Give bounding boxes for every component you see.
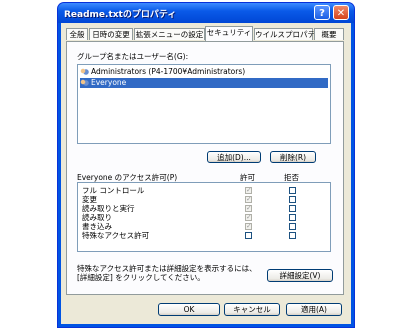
window-title: Readme.txtのプロパティ bbox=[64, 10, 177, 20]
tab-summary[interactable]: 概要 bbox=[314, 28, 344, 40]
cancel-button[interactable]: キャンセル bbox=[224, 303, 280, 316]
properties-window: Readme.txtのプロパティ ? ✕ 全般 日時の変更 拡張メニューの設定 … bbox=[58, 3, 354, 327]
allow-checkbox[interactable]: ✓ bbox=[245, 205, 252, 212]
user-item-everyone[interactable]: Everyone bbox=[80, 78, 328, 88]
allow-checkbox[interactable] bbox=[245, 232, 252, 239]
perm-row-modify: 変更 ✓ bbox=[78, 195, 330, 204]
tab-extended-menu[interactable]: 拡張メニューの設定 bbox=[134, 28, 205, 40]
perm-name: 読み取りと実行 bbox=[82, 204, 135, 213]
perm-name: 読み取り bbox=[82, 213, 112, 222]
group-user-label: グループ名またはユーザー名(G): bbox=[77, 52, 189, 61]
ok-button[interactable]: OK bbox=[158, 303, 220, 316]
user-name: Everyone bbox=[91, 78, 127, 87]
perm-name: 特殊なアクセス許可 bbox=[82, 231, 150, 240]
perm-name: 書き込み bbox=[82, 222, 112, 231]
remove-button[interactable]: 削除(R) bbox=[270, 151, 316, 163]
title-bar[interactable]: Readme.txtのプロパティ ? ✕ bbox=[58, 3, 354, 23]
perm-row-read: 読み取り ✓ bbox=[78, 213, 330, 222]
allow-checkbox[interactable]: ✓ bbox=[245, 214, 252, 221]
perm-name: 変更 bbox=[82, 195, 97, 204]
deny-checkbox[interactable] bbox=[289, 223, 296, 230]
deny-checkbox[interactable] bbox=[289, 196, 296, 203]
user-listbox[interactable]: Administrators (P4-1700¥Administrators) … bbox=[77, 64, 331, 144]
allow-checkbox[interactable]: ✓ bbox=[245, 223, 252, 230]
tab-security[interactable]: セキュリティ bbox=[205, 26, 253, 41]
deny-checkbox[interactable] bbox=[289, 187, 296, 194]
allow-checkbox[interactable]: ✓ bbox=[245, 196, 252, 203]
users-icon bbox=[80, 79, 89, 87]
tab-date-change[interactable]: 日時の変更 bbox=[89, 28, 133, 40]
dialog-client: 全般 日時の変更 拡張メニューの設定 セキュリティ ウイルスプロパティ 概要 グ… bbox=[61, 23, 351, 324]
perm-row-special: 特殊なアクセス許可 bbox=[78, 231, 330, 240]
security-panel: グループ名またはユーザー名(G): Administrators (P4-170… bbox=[66, 41, 344, 295]
perm-row-read-execute: 読み取りと実行 ✓ bbox=[78, 204, 330, 213]
deny-checkbox[interactable] bbox=[289, 214, 296, 221]
tab-virus-properties[interactable]: ウイルスプロパティ bbox=[254, 28, 322, 40]
tab-general[interactable]: 全般 bbox=[66, 28, 88, 40]
deny-checkbox[interactable] bbox=[289, 205, 296, 212]
perm-row-write: 書き込み ✓ bbox=[78, 222, 330, 231]
advanced-note: 特殊なアクセス許可または詳細設定を表示するには、[詳細設定] をクリックしてくだ… bbox=[77, 264, 257, 282]
allow-checkbox[interactable]: ✓ bbox=[245, 187, 252, 194]
users-icon bbox=[80, 68, 89, 76]
apply-button[interactable]: 適用(A) bbox=[286, 303, 342, 316]
user-name: Administrators (P4-1700¥Administrators) bbox=[91, 67, 246, 76]
deny-checkbox[interactable] bbox=[289, 232, 296, 239]
close-button[interactable]: ✕ bbox=[333, 5, 349, 20]
perm-name: フル コントロール bbox=[82, 186, 145, 195]
perm-row-full-control: フル コントロール ✓ bbox=[78, 186, 330, 195]
help-button[interactable]: ? bbox=[314, 5, 330, 20]
add-button[interactable]: 追加(D)... bbox=[207, 151, 261, 163]
permissions-list: フル コントロール ✓ 変更 ✓ 読み取りと実行 ✓ 読み取り ✓ 書き込み ✓… bbox=[77, 182, 331, 252]
advanced-button[interactable]: 詳細設定(V) bbox=[267, 269, 333, 282]
user-item-administrators[interactable]: Administrators (P4-1700¥Administrators) bbox=[80, 67, 328, 77]
